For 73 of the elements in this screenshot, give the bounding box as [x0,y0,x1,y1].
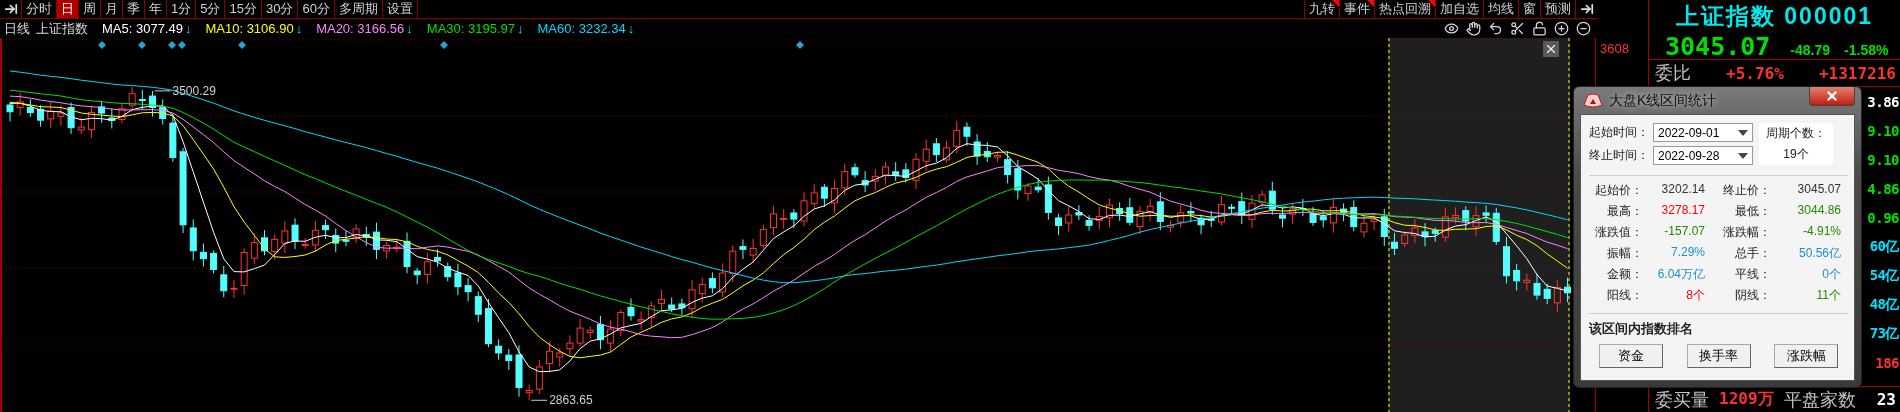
axis-label: 3608 [1600,41,1629,56]
stat-label: 最高： [1606,203,1643,220]
stat-value: 3202.14 [1660,182,1705,198]
last-price: 3045.07 [1665,32,1771,61]
quote-value: 9.10 [1867,151,1899,168]
trend-arrow: ↓ [517,21,524,36]
stat-label: 起始价： [1594,182,1643,199]
ranking-button[interactable]: 涨跌幅 [1774,344,1838,368]
ratio-label: 委比 [1655,62,1691,85]
start-date-dropdown[interactable]: 2022-09-01 [1653,123,1753,142]
stat-label: 总手： [1734,245,1771,262]
stat-value: 8个 [1685,287,1705,304]
stock-title: 上证指数 000001 [1675,2,1874,31]
start-time-label: 起始时间： [1589,124,1649,141]
stat-label: 涨跌幅： [1722,224,1771,241]
stat-value: -157.07 [1663,224,1705,240]
bid-volume-value: 1209万 [1719,389,1774,410]
stat-value: 50.56亿 [1797,245,1841,262]
moving-average-value: MA20: 3166.56 [316,21,405,36]
moving-average-value: MA5: 3077.49 [102,21,183,36]
price-change: -48.79 [1790,42,1831,58]
stat-label: 平线： [1734,266,1771,283]
stat-label: 终止价： [1722,182,1771,199]
index-name: 上证指数 [36,19,88,38]
quote-value: 9.10 [1867,122,1899,139]
quote-value: 73亿 [1869,324,1899,343]
stat-value: 3278.17 [1660,203,1705,219]
trend-arrow: ↓ [406,21,413,36]
quote-value: 60亿 [1869,237,1899,256]
ranking-button[interactable]: 换手率 [1686,344,1751,368]
stat-value: 11个 [1815,287,1841,304]
quote-value: 186 [1875,354,1899,371]
count-label: 周期个数： [1766,125,1826,142]
stat-label: 阳线： [1606,287,1643,304]
stat-value: 3045.07 [1796,182,1841,198]
end-time-label: 终止时间： [1589,147,1649,164]
ratio-percent: +5.76% [1726,63,1784,83]
stat-label: 最低： [1734,203,1771,220]
moving-average-value: MA10: 3106.90 [205,21,294,36]
bid-volume-label: 委买量 [1655,388,1709,412]
toolbar-button[interactable]: 九转 [1304,0,1340,18]
trend-arrow: ↓ [184,21,192,36]
quote-value: 48亿 [1869,295,1899,314]
high-price-label: 3500.29 [172,83,216,98]
stat-label: 阴线： [1734,287,1771,304]
stat-value: -4.91% [1801,224,1841,240]
moving-average-value: MA30: 3195.97 [426,21,515,36]
stat-label: 振幅： [1606,245,1643,262]
flat-count-label: 平盘家数 [1783,388,1856,412]
low-price-label: 2863.65 [549,393,593,408]
end-date-dropdown[interactable]: 2022-09-28 [1653,146,1753,165]
quote-value: 4.86 [1867,180,1899,197]
period-label: 日线 [4,19,30,38]
stat-value: 7.29% [1669,245,1705,261]
quote-value: 0.96 [1867,209,1899,226]
quote-value: 54亿 [1869,266,1899,285]
ranking-button[interactable]: 资金 [1599,344,1663,368]
stat-label: 金额： [1606,266,1643,283]
moving-average-value: MA60: 3232.34 [537,21,626,36]
stat-label: 涨跌值： [1594,224,1643,241]
section-title: 该区间内指数排名 [1589,320,1694,338]
count-value: 19个 [1783,146,1809,163]
flat-count-value: 23 [1876,390,1896,409]
stat-value: 0个 [1821,266,1841,283]
percent-change: -1.58% [1844,42,1889,58]
stat-value: 3044.86 [1796,203,1841,219]
trend-arrow: ↓ [627,21,635,36]
trend-arrow: ↓ [295,21,303,36]
stat-value: 6.04万亿 [1656,266,1705,283]
period-tab[interactable]: 日 [57,0,79,18]
dialog-title: 大盘K线区间统计 [1609,91,1717,110]
ratio-value: +1317216 [1818,63,1896,83]
quote-value: 3.86 [1867,93,1899,110]
